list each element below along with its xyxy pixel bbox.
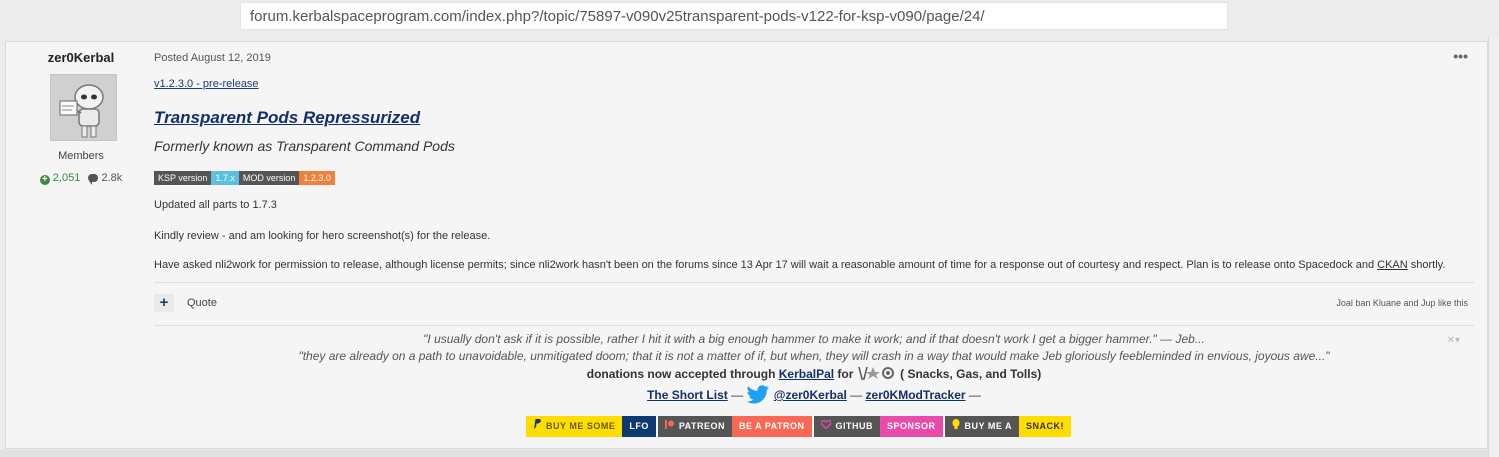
- divider: [154, 282, 1474, 283]
- patreon-button[interactable]: PATREON: [657, 416, 733, 437]
- version-badges: KSP version 1.7.x MOD version 1.2.3.0: [154, 171, 335, 185]
- twitter-handle-link[interactable]: @zer0Kerbal: [774, 388, 847, 402]
- paypal-icon: [533, 416, 541, 437]
- patreon-icon: [664, 416, 674, 437]
- buy-me-a-label: BUY ME A: [964, 421, 1013, 431]
- lfo-label[interactable]: LFO: [622, 416, 656, 437]
- post-paragraph-3-text: Have asked nli2work for permission to re…: [154, 259, 1378, 271]
- signature-quote-2: "they are already on a path to unavoidab…: [154, 349, 1474, 363]
- buy-me-snack-button[interactable]: BUY ME A: [944, 416, 1020, 437]
- reputation-count: 2,051: [52, 172, 81, 184]
- signature-dash-1: —: [727, 388, 747, 402]
- mod-title-link[interactable]: Transparent Pods Repressurized: [154, 108, 420, 128]
- donations-text: donations now accepted through: [586, 367, 779, 381]
- author-group: Members: [58, 150, 104, 162]
- post-paragraph-3-end: shortly.: [1407, 259, 1446, 271]
- signature-donations: donations now accepted through KerbalPal…: [154, 366, 1474, 383]
- buy-me-some-label: BUY ME SOME: [546, 421, 616, 431]
- github-sponsor-button[interactable]: GITHUB: [813, 416, 881, 437]
- ksp-version-label: KSP version: [154, 171, 212, 185]
- more-options-icon[interactable]: •••: [1453, 48, 1468, 64]
- plus-circle-icon: +: [39, 175, 50, 185]
- author-panel: zer0Kerbal Members + 2,051 2.8k: [6, 42, 156, 448]
- forum-post: zer0Kerbal Members + 2,051 2.8k Posted A…: [5, 41, 1488, 449]
- likes-text[interactable]: Joal ban Kluane and Jup like this: [1336, 298, 1468, 308]
- release-link[interactable]: v1.2.3.0 - pre-release: [154, 78, 259, 90]
- sponsor-buttons: BUY ME SOME LFO PATREON BE A PATRON GITH…: [526, 416, 1072, 437]
- signature-quote-2-text: "they are already on a path to unavoidab…: [298, 349, 1330, 363]
- signature-quote-1-attribution: — Jeb...: [1156, 332, 1205, 346]
- mod-version-value: 1.2.3.0: [299, 171, 335, 185]
- signature-dash-3: —: [965, 388, 981, 402]
- github-label: GITHUB: [835, 421, 874, 431]
- avatar[interactable]: [50, 74, 117, 141]
- mod-subtitle: Formerly known as Transparent Command Po…: [154, 138, 455, 154]
- fuel-gas-icons: [857, 366, 897, 383]
- comment-icon: [88, 174, 99, 185]
- address-bar-url: forum.kerbalspaceprogram.com/index.php?/…: [250, 8, 985, 25]
- buy-me-lfo-button[interactable]: BUY ME SOME: [526, 416, 623, 437]
- next-post-edge: [0, 450, 1488, 457]
- ckan-link[interactable]: CKAN: [1377, 259, 1408, 271]
- short-list-link[interactable]: The Short List: [647, 388, 728, 402]
- signature-divider: [154, 325, 1474, 326]
- be-a-patron-label[interactable]: BE A PATRON: [732, 416, 812, 437]
- post-count-value: 2.8k: [101, 172, 123, 184]
- address-bar[interactable]: forum.kerbalspaceprogram.com/index.php?/…: [240, 2, 1228, 30]
- signature-dash-2: —: [846, 388, 866, 402]
- vertical-scrollbar[interactable]: [1488, 37, 1499, 457]
- ksp-version-value: 1.7.x: [211, 171, 239, 185]
- post-paragraph-1: Updated all parts to 1.7.3: [154, 199, 277, 211]
- twitter-bird-icon[interactable]: [746, 385, 770, 408]
- donations-suffix: ( Snacks, Gas, and Tolls): [900, 367, 1042, 381]
- kerbalpal-link[interactable]: KerbalPal: [779, 367, 834, 381]
- signature-quote-1: "I usually don't ask if it is possible, …: [154, 332, 1474, 346]
- post-body: Posted August 12, 2019 ••• v1.2.3.0 - pr…: [154, 42, 1474, 448]
- post-date[interactable]: Posted August 12, 2019: [154, 52, 271, 64]
- mod-tracker-link[interactable]: zer0KModTracker: [866, 388, 966, 402]
- reputation[interactable]: + 2,051: [39, 172, 81, 185]
- robot-avatar-icon: [51, 75, 116, 140]
- snack-icon: [952, 416, 960, 437]
- post-paragraph-2: Kindly review - and am looking for hero …: [154, 230, 491, 242]
- signature-links: The Short List — @zer0Kerbal — zer0KModT…: [154, 385, 1474, 408]
- snack-label[interactable]: SNACK!: [1019, 416, 1072, 437]
- multiquote-button[interactable]: +: [154, 294, 174, 312]
- post-paragraph-3: Have asked nli2work for permission to re…: [154, 259, 1445, 271]
- donations-for: for: [834, 367, 857, 381]
- quote-button[interactable]: Quote: [187, 297, 217, 309]
- sponsor-label[interactable]: SPONSOR: [880, 416, 943, 437]
- patreon-label: PATREON: [678, 421, 726, 431]
- mod-version-label: MOD version: [238, 171, 300, 185]
- author-stats: + 2,051 2.8k: [6, 172, 156, 185]
- signature-quote-1-text: "I usually don't ask if it is possible, …: [423, 332, 1157, 346]
- heart-icon: [820, 416, 831, 437]
- author-name[interactable]: zer0Kerbal: [6, 50, 156, 65]
- snack-gas-tolls-icon: [858, 366, 894, 380]
- post-count: 2.8k: [88, 172, 123, 185]
